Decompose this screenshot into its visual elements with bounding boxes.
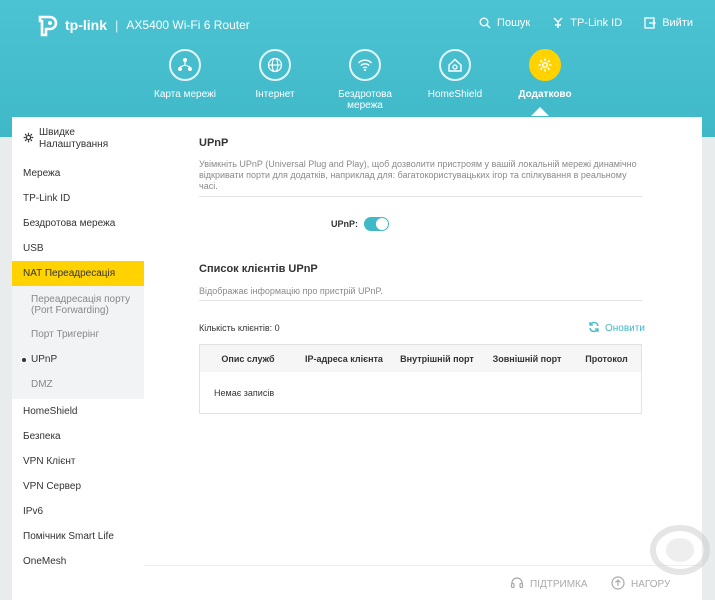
footer: ПІДТРИМКА НАГОРУ [144, 565, 702, 600]
wifi-icon [349, 49, 381, 81]
refresh-icon [588, 321, 600, 336]
sidebar-submenu: Переадресація порту (Port Forwarding) По… [12, 286, 144, 399]
col-protocol: Протокол [585, 353, 628, 364]
logout-link[interactable]: Вийти [644, 17, 693, 29]
nav-internet-label: Інтернет [255, 89, 295, 100]
col-client-ip: IP-адреса клієнта [305, 353, 383, 364]
sidebar-sub-port-forwarding[interactable]: Переадресація порту (Port Forwarding) [12, 288, 144, 322]
watermark-logo [640, 520, 710, 580]
sidebar-item-homeshield[interactable]: HomeShield [12, 399, 144, 424]
main-nav: Карта мережі Інтернет Бездротова мережа … [140, 49, 590, 111]
search-link[interactable]: Пошук [479, 17, 530, 29]
col-service-description: Опис служб [221, 353, 275, 364]
tplink-id-link[interactable]: TP-Link ID [552, 17, 622, 29]
sidebar-item-security[interactable]: Безпека [12, 424, 144, 449]
sidebar-item-network[interactable]: Мережа [12, 161, 144, 186]
sidebar-item-tplink-id[interactable]: TP-Link ID [12, 186, 144, 211]
sidebar-item-nat[interactable]: NAT Переадресація [12, 261, 144, 286]
nav-advanced[interactable]: Додатково [500, 49, 590, 111]
clients-description: Відображає інформацію про пристрій UPnP. [199, 286, 383, 296]
nav-wireless-label: Бездротова мережа [338, 89, 392, 111]
logout-label: Вийти [662, 17, 693, 29]
upnp-toggle[interactable] [364, 217, 389, 231]
sidebar-sub-dmz[interactable]: DMZ [12, 372, 144, 397]
globe-icon [259, 49, 291, 81]
back-to-top-label: НАГОРУ [631, 579, 671, 590]
network-map-icon [169, 49, 201, 81]
table-header: Опис служб IP-адреса клієнта Внутрішній … [200, 345, 641, 372]
sidebar-item-vpn-server[interactable]: VPN Сервер [12, 474, 144, 499]
upnp-clients-table: Опис служб IP-адреса клієнта Внутрішній … [199, 344, 642, 414]
sidebar-item-ipv6[interactable]: IPv6 [12, 499, 144, 524]
logo-divider: | [115, 17, 119, 33]
nav-internet[interactable]: Інтернет [230, 49, 320, 111]
support-link[interactable]: ПІДТРИМКА [510, 576, 588, 593]
sidebar-item-usb[interactable]: USB [12, 236, 144, 261]
divider [199, 196, 642, 197]
nav-wireless[interactable]: Бездротова мережа [320, 49, 410, 111]
search-icon [479, 17, 491, 29]
gear-icon [529, 49, 561, 81]
table-empty-message: Немає записів [214, 387, 275, 398]
nav-network-map-label: Карта мережі [154, 89, 216, 100]
id-icon [552, 17, 564, 29]
col-internal-port: Внутрішній порт [400, 353, 474, 364]
support-label: ПІДТРИМКА [530, 579, 588, 590]
sidebar: Швидке Налаштування Мережа TP-Link ID Бе… [12, 117, 144, 600]
sidebar-item-vpn-client[interactable]: VPN Клієнт [12, 449, 144, 474]
home-shield-icon [439, 49, 471, 81]
sidebar-item-wireless[interactable]: Бездротова мережа [12, 211, 144, 236]
upnp-description: Увімкніть UPnP (Universal Plug and Play)… [199, 159, 637, 191]
sidebar-item-quick-setup[interactable]: Швидке Налаштування [12, 117, 144, 161]
upnp-toggle-label: UPnP: [331, 219, 358, 229]
nav-network-map[interactable]: Карта мережі [140, 49, 230, 111]
arrow-up-icon [611, 576, 625, 593]
model-name: AX5400 Wi-Fi 6 Router [126, 18, 250, 32]
logo: tp-link | AX5400 Wi-Fi 6 Router [36, 13, 250, 37]
col-external-port: Зовнішній порт [492, 353, 562, 364]
divider [199, 300, 642, 301]
sidebar-sub-port-triggering[interactable]: Порт Тригерінг [12, 322, 144, 347]
nav-advanced-label: Додатково [518, 89, 572, 100]
sidebar-item-onemesh[interactable]: OneMesh [12, 549, 144, 574]
toggle-knob [376, 218, 388, 230]
logout-icon [644, 17, 657, 29]
search-link-label: Пошук [497, 17, 531, 29]
nav-homeshield[interactable]: HomeShield [410, 49, 500, 111]
tplink-id-label: TP-Link ID [570, 17, 623, 29]
refresh-button[interactable]: Оновити [588, 321, 645, 336]
gear-icon [23, 132, 39, 146]
main-content: UPnP Увімкніть UPnP (Universal Plug and … [144, 117, 702, 565]
upnp-section-title: UPnP [199, 137, 229, 149]
sidebar-sub-upnp[interactable]: UPnP [12, 347, 144, 372]
active-tab-caret [531, 107, 549, 116]
brand-name: tp-link [65, 17, 107, 33]
sidebar-item-smart-life[interactable]: Помічник Smart Life [12, 524, 144, 549]
tp-link-logo-icon [36, 13, 60, 37]
clients-section-title: Список клієнтів UPnP [199, 263, 318, 275]
refresh-label: Оновити [605, 323, 645, 334]
clients-count: Кількість клієнтів: 0 [199, 323, 280, 333]
upnp-toggle-row: UPnP: [331, 217, 389, 231]
sidebar-item-label: Швидке Налаштування [39, 127, 109, 150]
nav-homeshield-label: HomeShield [427, 89, 483, 100]
headset-icon [510, 576, 524, 593]
